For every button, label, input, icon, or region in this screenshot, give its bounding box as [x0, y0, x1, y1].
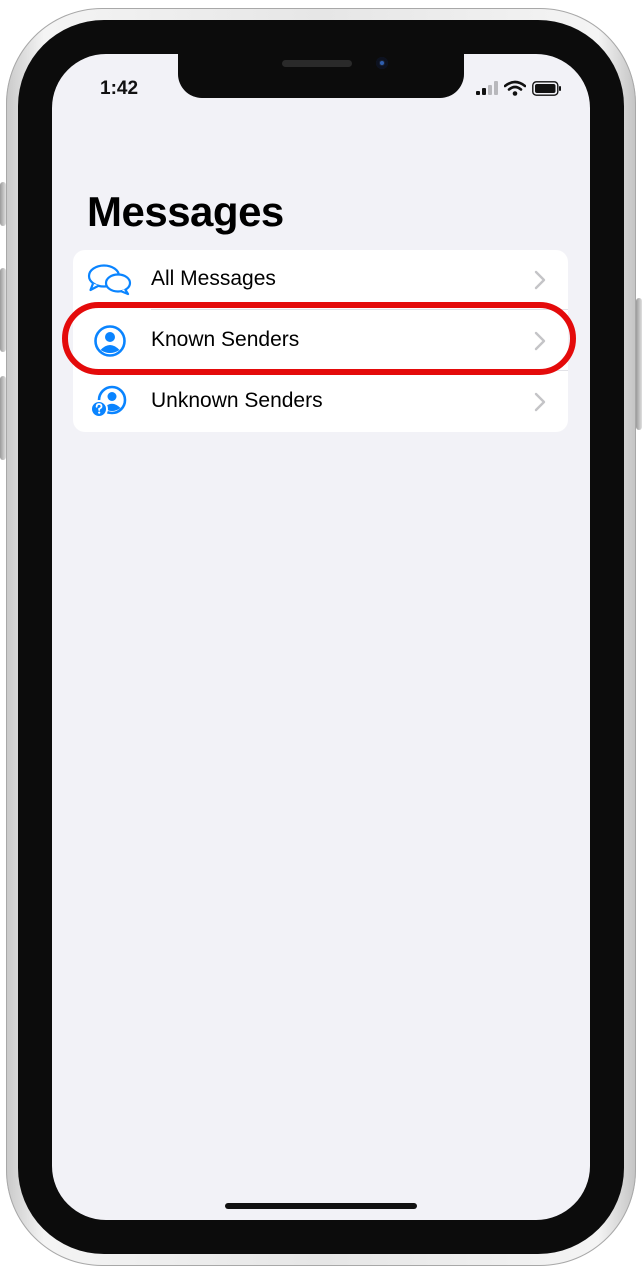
volume-up-button — [0, 268, 6, 352]
status-time: 1:42 — [100, 78, 139, 99]
battery-icon — [532, 80, 561, 96]
signal-icon — [476, 81, 498, 95]
chevron-right-icon — [534, 392, 546, 412]
filter-all-messages-row[interactable]: All Messages — [73, 250, 568, 310]
filter-all-messages-label: All Messages — [151, 267, 276, 290]
screen: 1:42 Messages All Messages Known Senders… — [52, 54, 590, 1220]
front-camera — [376, 57, 388, 69]
filter-unknown-senders-row[interactable]: Unknown Senders — [73, 372, 568, 432]
highlight-ring — [62, 302, 576, 375]
status-icons — [476, 78, 562, 98]
page-title: Messages — [87, 188, 284, 235]
volume-down-button — [0, 376, 6, 460]
earpiece-speaker — [282, 60, 352, 67]
person-question-icon — [90, 385, 127, 418]
silent-switch — [0, 182, 6, 226]
home-indicator[interactable] — [225, 1203, 417, 1209]
wifi-icon — [504, 80, 526, 96]
filter-unknown-senders-label: Unknown Senders — [151, 389, 323, 412]
power-button — [636, 298, 642, 430]
chevron-right-icon — [534, 270, 546, 290]
chat-bubbles-icon — [87, 264, 132, 296]
notch — [178, 54, 464, 98]
